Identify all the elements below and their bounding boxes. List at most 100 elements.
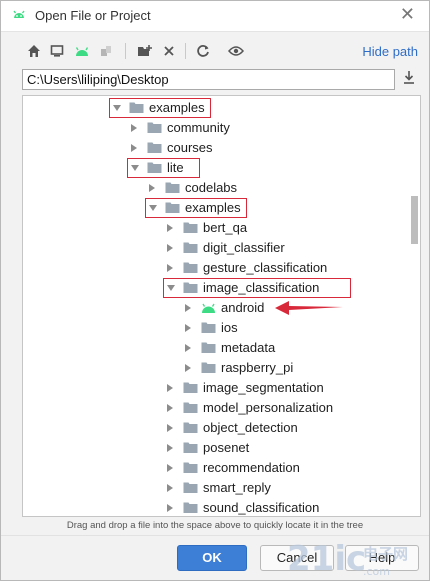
home-icon[interactable] <box>24 41 44 61</box>
tree-item-label: image_classification <box>203 280 320 295</box>
collapse-arrow-icon[interactable] <box>185 344 191 352</box>
cancel-button[interactable]: Cancel <box>260 545 334 571</box>
tree-row[interactable]: codelabs <box>23 178 403 198</box>
toolbar: Hide path <box>1 37 429 65</box>
tree-item-label: model_personalization <box>203 400 334 415</box>
tree-row[interactable]: android <box>23 298 403 318</box>
tree-row[interactable]: examples <box>23 98 403 118</box>
hide-path-link[interactable]: Hide path <box>362 44 418 59</box>
divider <box>1 535 429 536</box>
red-arrow-annotation <box>274 301 343 315</box>
tree-row[interactable]: posenet <box>23 438 403 458</box>
folder-icon <box>165 182 180 193</box>
tree-item-label: examples <box>185 200 241 215</box>
title-bar: Open File or Project ✕ <box>1 1 429 32</box>
android-icon[interactable] <box>72 41 92 61</box>
tree-item-label: examples <box>149 100 205 115</box>
tree-row[interactable]: smart_reply <box>23 478 403 498</box>
collapse-arrow-icon[interactable] <box>185 324 191 332</box>
folder-icon <box>201 322 216 333</box>
folder-icon <box>183 382 198 393</box>
file-tree[interactable]: examples community courses lite codelabs exam… <box>22 95 421 517</box>
folder-icon <box>183 502 198 513</box>
tree-row[interactable]: image_segmentation <box>23 378 403 398</box>
tree-item-label: android <box>221 300 265 315</box>
expand-arrow-icon[interactable] <box>149 205 157 211</box>
collapse-arrow-icon[interactable] <box>167 404 173 412</box>
android-icon <box>13 10 25 18</box>
android-module-icon <box>202 303 215 313</box>
tree-row[interactable]: sound_classification <box>23 498 403 516</box>
refresh-icon[interactable] <box>193 41 213 61</box>
folder-icon <box>183 422 198 433</box>
tree-item-label: ios <box>221 320 238 335</box>
collapse-arrow-icon[interactable] <box>131 144 137 152</box>
tree-row[interactable]: ios <box>23 318 403 338</box>
path-input[interactable] <box>22 69 395 90</box>
tree-row[interactable]: raspberry_pi <box>23 358 403 378</box>
collapse-arrow-icon[interactable] <box>185 364 191 372</box>
tree-row[interactable]: gesture_classification <box>23 258 403 278</box>
collapse-arrow-icon[interactable] <box>185 304 191 312</box>
open-file-dialog: Open File or Project ✕ Hide path C:\User… <box>0 0 430 581</box>
tree-row[interactable]: image_classification <box>23 278 403 298</box>
delete-icon[interactable] <box>159 41 179 61</box>
collapse-arrow-icon[interactable] <box>167 224 173 232</box>
desktop-icon[interactable] <box>47 41 67 61</box>
tree-scrollbar[interactable] <box>411 196 418 244</box>
tree-item-label: image_segmentation <box>203 380 324 395</box>
tree-row[interactable]: community <box>23 118 403 138</box>
tree-item-label: lite <box>167 160 184 175</box>
tree-row[interactable]: object_detection <box>23 418 403 438</box>
tree-item-label: recommendation <box>203 460 300 475</box>
folder-icon <box>201 342 216 353</box>
tree-item-label: gesture_classification <box>203 260 328 275</box>
tree-row[interactable]: lite <box>23 158 403 178</box>
new-folder-icon[interactable] <box>135 41 155 61</box>
tree-row[interactable]: digit_classifier <box>23 238 403 258</box>
folder-icon <box>147 122 162 133</box>
drag-drop-hint: Drag and drop a file into the space abov… <box>66 520 364 531</box>
tree-item-label: community <box>167 120 230 135</box>
folder-icon <box>147 162 162 173</box>
download-icon[interactable] <box>402 69 420 91</box>
expand-arrow-icon[interactable] <box>113 105 121 111</box>
show-hidden-icon[interactable] <box>226 41 246 61</box>
folder-icon <box>165 202 180 213</box>
folder-icon <box>183 482 198 493</box>
collapse-arrow-icon[interactable] <box>167 444 173 452</box>
collapse-arrow-icon[interactable] <box>167 464 173 472</box>
collapse-arrow-icon[interactable] <box>167 264 173 272</box>
ok-button[interactable]: OK <box>177 545 247 571</box>
expand-arrow-icon[interactable] <box>131 165 139 171</box>
toolbar-separator <box>125 43 126 59</box>
tree-row[interactable]: recommendation <box>23 458 403 478</box>
tree-row[interactable]: courses <box>23 138 403 158</box>
close-button[interactable]: ✕ <box>400 4 415 25</box>
expand-arrow-icon[interactable] <box>167 285 175 291</box>
tree-item-label: raspberry_pi <box>221 360 294 375</box>
modules-icon[interactable] <box>96 41 116 61</box>
folder-icon <box>147 142 162 153</box>
tree-row[interactable]: examples <box>23 198 403 218</box>
tree-row[interactable]: metadata <box>23 338 403 358</box>
folder-icon <box>183 442 198 453</box>
folder-icon <box>183 282 198 293</box>
collapse-arrow-icon[interactable] <box>167 424 173 432</box>
folder-icon <box>183 242 198 253</box>
collapse-arrow-icon[interactable] <box>167 384 173 392</box>
tree-row[interactable]: model_personalization <box>23 398 403 418</box>
tree-item-label: digit_classifier <box>203 240 285 255</box>
collapse-arrow-icon[interactable] <box>167 244 173 252</box>
folder-icon <box>129 102 144 113</box>
tree-item-label: smart_reply <box>203 480 271 495</box>
folder-icon <box>183 462 198 473</box>
collapse-arrow-icon[interactable] <box>131 124 137 132</box>
toolbar-separator <box>185 43 186 59</box>
folder-icon <box>201 362 216 373</box>
tree-row[interactable]: bert_qa <box>23 218 403 238</box>
help-button[interactable]: Help <box>345 545 419 571</box>
collapse-arrow-icon[interactable] <box>149 184 155 192</box>
collapse-arrow-icon[interactable] <box>167 484 173 492</box>
collapse-arrow-icon[interactable] <box>167 504 173 512</box>
